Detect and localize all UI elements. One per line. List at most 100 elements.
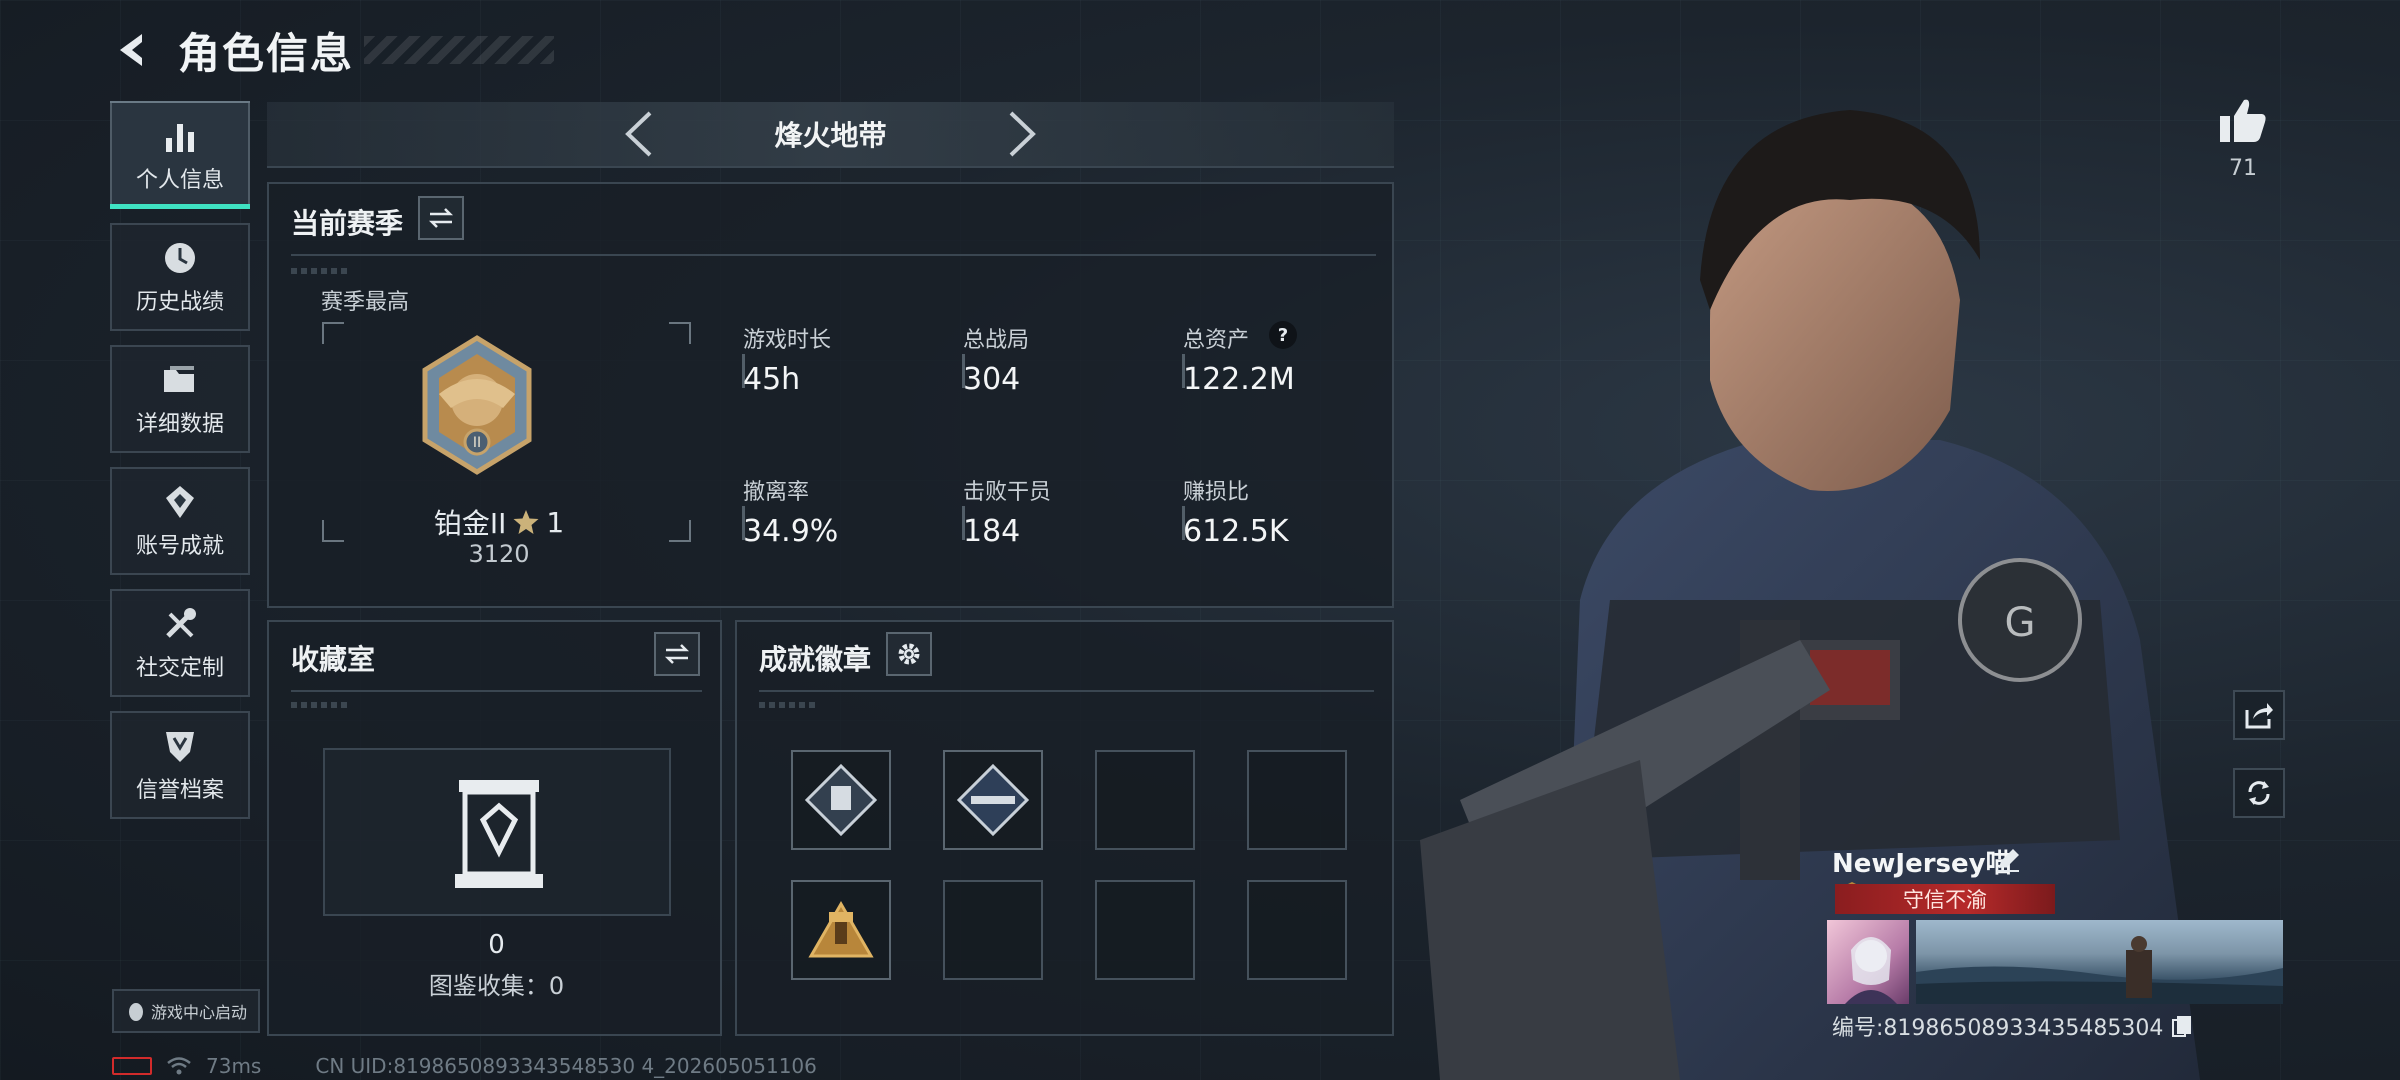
refresh-icon	[2248, 781, 2270, 805]
collection-count: 0	[488, 930, 505, 960]
badge-slot[interactable]	[1095, 750, 1195, 850]
decoration	[291, 702, 351, 708]
next-mode-button[interactable]	[997, 109, 1047, 159]
divider	[759, 690, 1374, 692]
badge-slot[interactable]	[1247, 750, 1347, 850]
sidebar-item-history[interactable]: 历史战绩	[110, 223, 250, 331]
stat-value-extraction-rate: 34.9%	[743, 514, 839, 549]
rank-row: 铂金II 1	[329, 502, 669, 542]
history-clock-icon	[165, 243, 195, 273]
sidebar-item-label: 社交定制	[135, 656, 224, 681]
help-icon-glyph: ?	[1277, 324, 1289, 346]
battery-icon	[112, 1057, 152, 1075]
badges-title: 成就徽章	[759, 643, 872, 676]
thumbs-up-icon[interactable]	[2218, 96, 2268, 144]
swap-icon	[428, 208, 454, 228]
edit-name-icon[interactable]	[1994, 846, 2022, 874]
rank-stars: 1	[546, 505, 565, 539]
sidebar-item-personal-info[interactable]: 个人信息	[110, 101, 250, 209]
svg-text:II: II	[473, 435, 481, 451]
catalog-label: 图鉴收集：0	[428, 972, 565, 1000]
sidebar: 个人信息 历史战绩 详细数据 账号成就 社交定制 信誉档案	[110, 101, 250, 833]
shield-icon	[166, 732, 194, 762]
badge-slot[interactable]	[791, 750, 891, 850]
current-season-panel: 当前赛季 赛季最高 II 铂金II 1 3120 游戏时长 45h 总战局 30…	[267, 182, 1394, 608]
collection-panel: 收藏室 0 图鉴收集：0	[267, 620, 722, 1036]
launch-button-label: 游戏中心启动	[150, 1003, 247, 1022]
player-id: 编号:81986508933435485304	[1832, 1016, 2164, 1041]
badge-slot[interactable]	[943, 880, 1043, 980]
frame-corner	[669, 322, 691, 344]
badge-slot[interactable]	[943, 750, 1043, 850]
frame-corner	[322, 322, 344, 344]
badge-slot[interactable]	[1095, 880, 1195, 980]
sidebar-item-achievements[interactable]: 账号成就	[110, 467, 250, 575]
prev-mode-button[interactable]	[614, 109, 664, 159]
display-case-icon	[455, 780, 543, 888]
swap-icon	[664, 644, 690, 664]
page-header: 角色信息	[108, 20, 555, 80]
switch-season-button[interactable]	[418, 196, 464, 240]
decoration	[759, 702, 819, 708]
collection-display[interactable]	[323, 748, 671, 916]
avatar-art-icon	[1845, 937, 1897, 1004]
divider	[291, 254, 1376, 256]
like-widget: 71	[2218, 96, 2268, 181]
stat-value-play-time: 45h	[743, 362, 801, 397]
player-title-tag: 守信不渝	[1835, 884, 2055, 914]
copy-icon[interactable]	[2171, 1014, 2193, 1038]
stat-label-operators-defeated: 击败干员	[963, 480, 1052, 505]
chevron-left-icon	[625, 111, 652, 157]
sidebar-item-label: 账号成就	[135, 534, 224, 559]
badge-slot[interactable]	[1247, 880, 1347, 980]
penguin-icon	[128, 1003, 143, 1021]
ping-text: 73ms	[206, 1054, 262, 1078]
wifi-icon	[167, 1057, 191, 1075]
badge-slot[interactable]	[791, 880, 891, 980]
collection-title: 收藏室	[291, 643, 376, 676]
sidebar-item-reputation[interactable]: 信誉档案	[110, 711, 250, 819]
sidebar-item-label: 详细数据	[135, 412, 224, 437]
refresh-button[interactable]	[2233, 768, 2285, 818]
folder-icon	[164, 366, 194, 392]
bar-chart-icon	[166, 124, 194, 152]
badge-settings-button[interactable]	[886, 632, 932, 676]
switch-collection-button[interactable]	[654, 632, 700, 676]
sidebar-item-label: 个人信息	[135, 168, 224, 193]
profile-avatar[interactable]	[1827, 920, 1909, 1004]
sidebar-item-label: 历史战绩	[135, 290, 224, 315]
stat-value-total-assets: 122.2M	[1183, 362, 1295, 397]
rank-medal-icon: II	[422, 335, 532, 475]
stat-label-profit-ratio: 赚损比	[1183, 480, 1250, 505]
badge-gold-icon	[808, 900, 874, 958]
stat-label-play-time: 游戏时长	[743, 328, 832, 353]
stat-value-profit-ratio: 612.5K	[1183, 514, 1289, 549]
stat-label-extraction-rate: 撤离率	[743, 480, 810, 505]
tools-icon	[166, 608, 196, 638]
like-count: 71	[2229, 156, 2257, 181]
game-center-launch-button[interactable]: 游戏中心启动	[112, 989, 260, 1033]
stat-label-total-assets: 总资产	[1183, 328, 1250, 353]
share-icon	[2245, 703, 2273, 729]
season-best-label: 赛季最高	[321, 290, 410, 315]
mode-selector: 烽火地带	[267, 102, 1394, 168]
stat-label-total-matches: 总战局	[963, 328, 1030, 353]
profile-banner[interactable]	[1916, 920, 2283, 1004]
chevron-right-icon	[1009, 111, 1036, 157]
decoration	[291, 268, 351, 274]
sidebar-item-detailed-data[interactable]: 详细数据	[110, 345, 250, 453]
banner-art-icon	[1916, 936, 2283, 1004]
divider	[291, 690, 702, 692]
chevron-left-icon	[120, 34, 142, 66]
help-icon[interactable]: ?	[1269, 321, 1297, 349]
mode-name: 烽火地带	[774, 119, 887, 152]
badge-emblem-icon	[804, 763, 878, 837]
badge-weapon-icon	[956, 763, 1030, 837]
sidebar-item-social[interactable]: 社交定制	[110, 589, 250, 697]
gear-icon	[898, 643, 920, 665]
share-button[interactable]	[2233, 690, 2285, 740]
uid-text: CN UID:8198650893343548530 4_20260505110…	[315, 1054, 817, 1078]
back-button[interactable]	[108, 24, 160, 76]
svg-text:G: G	[2005, 600, 2036, 646]
badges-panel: 成就徽章	[735, 620, 1394, 1036]
